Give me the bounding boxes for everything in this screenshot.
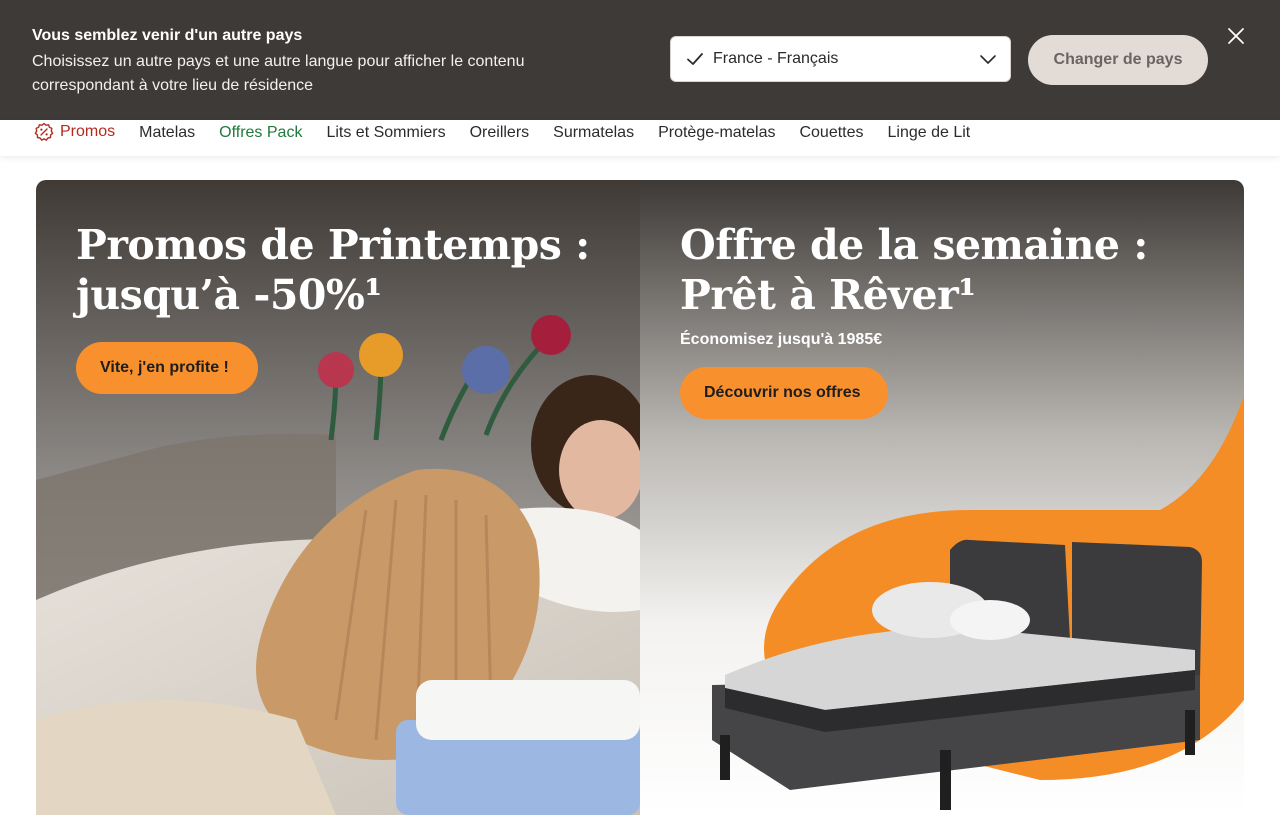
hero-spring-promo[interactable]: Promos de Printemps : jusqu’à -50%¹ Vite…	[36, 180, 640, 815]
nav-item-couettes[interactable]: Couettes	[799, 124, 863, 142]
country-banner-text: Vous semblez venir d'un autre pays Chois…	[32, 26, 612, 98]
category-nav: Promos Matelas Offres Pack Lits et Sommi…	[0, 120, 1280, 156]
hero-weekly-offer[interactable]: Offre de la semaine : Prêt à Rêver¹ Écon…	[640, 180, 1244, 815]
chevron-down-icon	[980, 55, 996, 64]
country-banner-title: Vous semblez venir d'un autre pays	[32, 27, 303, 44]
nav-item-oreillers[interactable]: Oreillers	[470, 124, 530, 142]
country-banner-description: Choisissez un autre pays et une autre la…	[32, 53, 525, 94]
discount-badge-icon	[34, 122, 54, 141]
hero-spring-promo-title: Promos de Printemps : jusqu’à -50%¹	[76, 221, 590, 319]
nav-item-promos[interactable]: Promos	[34, 122, 115, 142]
nav-item-label: Promos	[60, 123, 116, 140]
country-banner: Vous semblez venir d'un autre pays Chois…	[0, 0, 1280, 120]
nav-item-lits-sommiers[interactable]: Lits et Sommiers	[326, 124, 445, 142]
nav-item-protege-matelas[interactable]: Protège-matelas	[658, 124, 775, 142]
hero-spring-promo-cta[interactable]: Vite, j'en profite !	[76, 342, 258, 394]
change-country-button[interactable]: Changer de pays	[1028, 35, 1208, 85]
close-icon[interactable]	[1224, 24, 1248, 48]
nav-item-offres-pack[interactable]: Offres Pack	[219, 124, 302, 142]
hero-weekly-offer-subtitle: Économisez jusqu'à 1985€	[680, 331, 883, 348]
hero-weekly-offer-cta[interactable]: Découvrir nos offres	[680, 367, 888, 419]
country-select[interactable]: France - Français	[670, 36, 1011, 82]
check-icon	[687, 53, 703, 65]
country-select-value: France - Français	[713, 50, 839, 67]
hero-weekly-offer-title: Offre de la semaine : Prêt à Rêver¹	[680, 221, 1148, 319]
nav-item-surmatelas[interactable]: Surmatelas	[553, 124, 634, 142]
nav-item-linge-de-lit[interactable]: Linge de Lit	[888, 124, 971, 142]
nav-item-matelas[interactable]: Matelas	[139, 124, 195, 142]
